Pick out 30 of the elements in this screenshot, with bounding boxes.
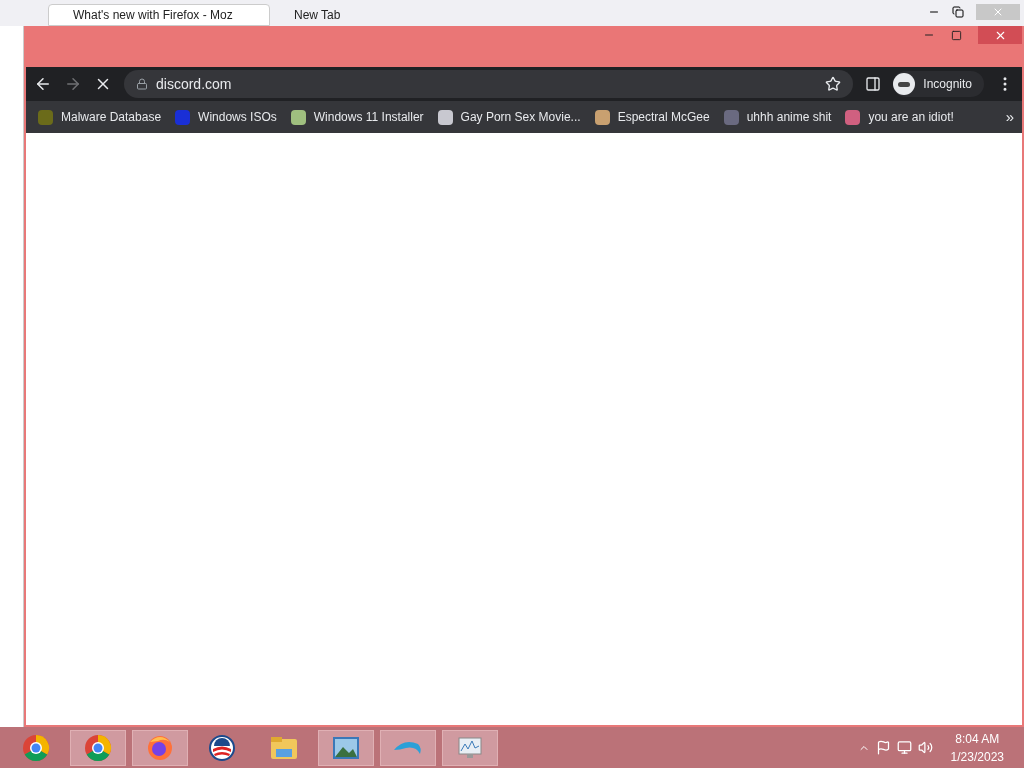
forward-icon[interactable] (64, 75, 82, 93)
address-bar[interactable]: discord.com (124, 70, 854, 98)
star-icon[interactable] (825, 76, 842, 92)
bookmark[interactable]: Windows 11 Installer (290, 108, 424, 126)
lock-icon (136, 78, 148, 90)
network-icon[interactable] (896, 740, 912, 755)
restore-icon[interactable] (952, 6, 964, 18)
more-bookmarks[interactable]: » (1005, 105, 1014, 129)
bookmark[interactable]: uhhh anime shit (723, 108, 832, 126)
volume-icon[interactable] (917, 740, 933, 755)
incognito-icon (893, 73, 916, 95)
bookmark[interactable]: Malware Database (38, 108, 162, 126)
bookmark[interactable]: Espectral McGee (594, 108, 710, 126)
bookmark[interactable]: Gay Porn Sex Movie... (437, 108, 581, 126)
url-text: discord.com (156, 74, 232, 94)
flag-icon[interactable] (875, 740, 891, 755)
browser-tab[interactable]: What's new with Firefox - Moz (48, 4, 270, 26)
landscape-icon (331, 734, 361, 761)
fox-logo-icon (146, 733, 174, 762)
browser-tab[interactable]: New Tab (270, 4, 492, 26)
maximize-icon[interactable] (951, 29, 962, 41)
browser-logo-icon (22, 733, 50, 762)
circle-logo-icon (208, 733, 236, 762)
side-panel-icon[interactable] (865, 76, 882, 92)
clock[interactable]: 8:04 AM 1/23/2023 (938, 729, 1016, 766)
bookmark[interactable]: Windows ISOs (175, 108, 277, 126)
back-icon[interactable] (34, 75, 52, 93)
profile-button[interactable]: Incognito (893, 71, 984, 97)
bookmark[interactable]: you are an idiot! (845, 108, 954, 126)
browser-logo-icon (84, 733, 112, 762)
